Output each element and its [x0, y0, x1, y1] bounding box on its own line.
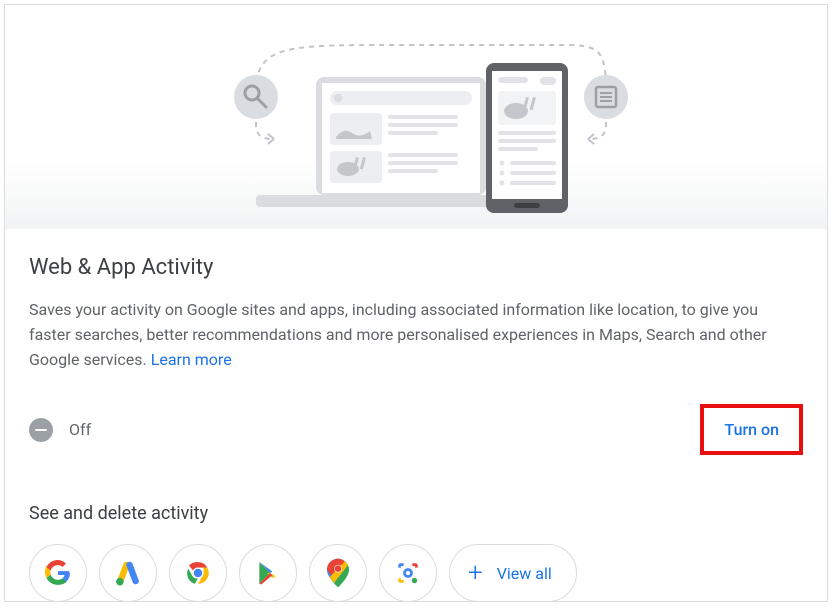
status-off-icon [29, 418, 53, 442]
activity-section: See and delete activity + V [5, 503, 827, 602]
app-chips-row: + View all [29, 544, 803, 602]
main-content: Web & App Activity Saves your activity o… [5, 229, 827, 455]
description-text: Saves your activity on Google sites and … [29, 300, 767, 369]
description: Saves your activity on Google sites and … [29, 298, 803, 372]
google-maps-icon[interactable] [309, 544, 367, 602]
status-left: Off [29, 418, 91, 442]
view-all-label: View all [497, 564, 552, 583]
status-label: Off [69, 420, 91, 439]
play-store-icon[interactable] [239, 544, 297, 602]
page-title: Web & App Activity [29, 255, 803, 280]
status-row: Off Turn on [29, 404, 803, 455]
plus-icon: + [468, 560, 483, 586]
activity-heading: See and delete activity [29, 503, 803, 524]
google-ads-icon[interactable] [99, 544, 157, 602]
activity-card: Web & App Activity Saves your activity o… [4, 4, 828, 602]
devices-illustration [196, 17, 636, 217]
chrome-icon[interactable] [169, 544, 227, 602]
learn-more-link[interactable]: Learn more [151, 350, 232, 369]
view-all-button[interactable]: + View all [449, 544, 577, 602]
turn-on-highlight: Turn on [700, 404, 803, 455]
hero-illustration [5, 5, 827, 229]
google-search-icon[interactable] [29, 544, 87, 602]
google-lens-icon[interactable] [379, 544, 437, 602]
turn-on-button[interactable]: Turn on [716, 416, 787, 443]
